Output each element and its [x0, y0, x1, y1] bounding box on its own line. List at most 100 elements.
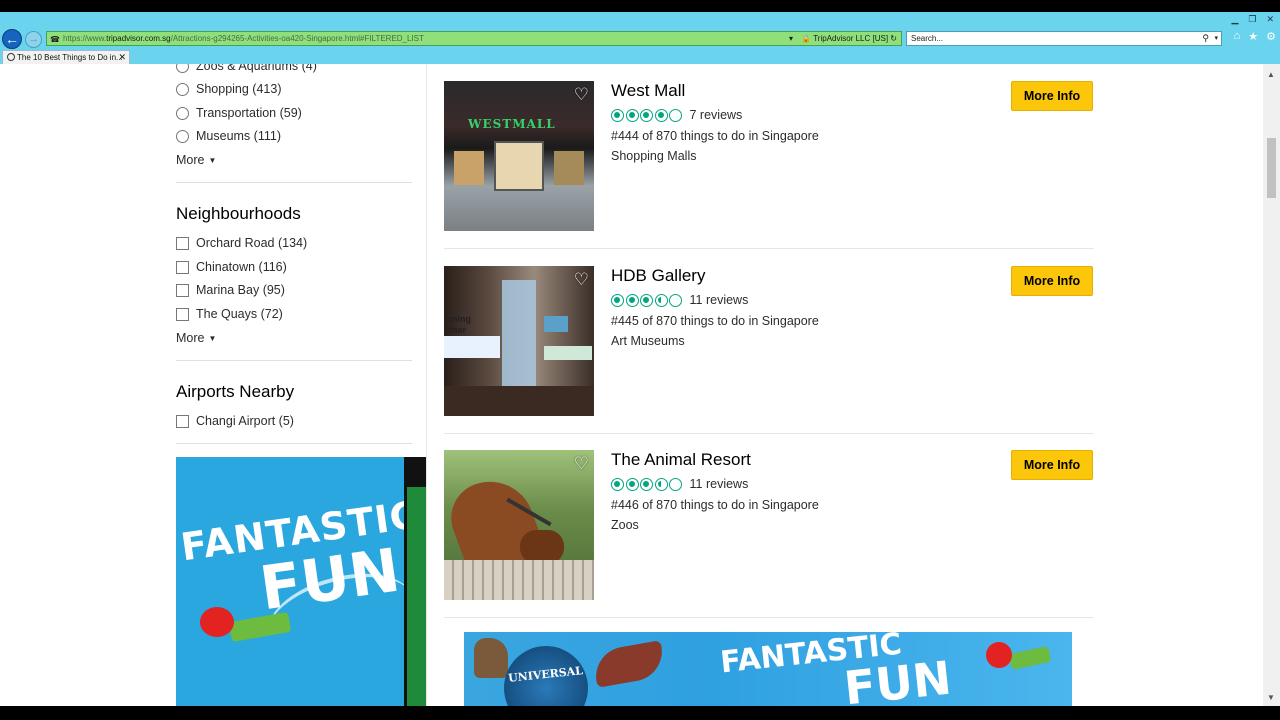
rating-bubble-icon	[625, 293, 639, 307]
bubble-rating: 11 reviews	[611, 477, 748, 491]
neighbourhood-option[interactable]: Marina Bay (95)	[176, 280, 285, 300]
review-count-link[interactable]: 11 reviews	[690, 477, 749, 491]
filter-type-option[interactable]: Transportation (59)	[176, 103, 302, 123]
more-label: More	[176, 331, 205, 345]
filter-type-option[interactable]: Museums (111)	[176, 126, 281, 146]
tab-title: The 10 Best Things to Do in...	[17, 53, 123, 62]
section-divider	[176, 443, 412, 444]
back-button[interactable]: ←	[2, 29, 22, 49]
url-prefix: https://www.	[63, 34, 107, 43]
filter-label: Marina Bay (95)	[196, 283, 285, 297]
radio-button[interactable]	[176, 106, 189, 120]
forward-button[interactable]: →	[25, 31, 42, 48]
rating-bubble-icon	[611, 477, 624, 491]
attraction-title[interactable]: The Animal Resort	[611, 450, 751, 470]
photo-detail	[544, 316, 568, 332]
rating-bubble-icon	[654, 477, 668, 491]
filter-label: Changi Airport (5)	[196, 414, 294, 428]
checkbox[interactable]	[176, 307, 189, 321]
attraction-rank: #446 of 870 things to do in Singapore	[611, 498, 819, 512]
neighbourhood-option[interactable]: The Quays (72)	[176, 304, 283, 324]
heart-save-icon[interactable]: ♡	[574, 455, 589, 472]
favorites-star-icon[interactable]: ★	[1248, 30, 1258, 43]
attraction-rank: #445 of 870 things to do in Singapore	[611, 314, 819, 328]
attraction-category[interactable]: Shopping Malls	[611, 149, 696, 163]
more-info-button[interactable]: More Info	[1011, 81, 1093, 111]
rating-bubble-icon	[640, 108, 653, 122]
filter-type-option[interactable]: Shopping (413)	[176, 79, 281, 99]
radio-button[interactable]	[176, 129, 189, 143]
banner-advertisement[interactable]: UNIVERSAL FANTASTIC FUN	[464, 632, 1072, 706]
certificate-label[interactable]: 🔒 TripAdvisor LLC [US] ↻	[801, 32, 897, 45]
review-count-link[interactable]: 7 reviews	[690, 108, 743, 122]
listing-divider	[444, 617, 1094, 618]
photo-detail	[444, 386, 594, 416]
neighbourhood-option[interactable]: Chinatown (116)	[176, 257, 287, 277]
page-content: Zoos & Aquariums (4) Shopping (413) Tran…	[0, 64, 1280, 706]
neighbourhood-option[interactable]: Orchard Road (134)	[176, 233, 307, 253]
filter-label: Orchard Road (134)	[196, 236, 308, 250]
ad-cape-graphic	[1008, 646, 1052, 670]
radio-button[interactable]	[176, 82, 189, 96]
browser-chrome: ▁ ❐ ✕ ← → ☎ https://www.tripadvisor.com.…	[0, 12, 1280, 64]
checkbox[interactable]	[176, 283, 189, 297]
site-icon: ☎	[50, 35, 60, 44]
maximize-icon[interactable]: ❐	[1248, 14, 1256, 25]
more-info-button[interactable]: More Info	[1011, 450, 1093, 480]
scrollbar-thumb[interactable]	[1267, 138, 1276, 198]
rating-bubble-icon	[654, 108, 668, 122]
address-bar[interactable]: ☎ https://www.tripadvisor.com.sg/Attract…	[46, 31, 902, 46]
browser-search-input[interactable]: Search... ⚲ ▾	[906, 31, 1222, 46]
checkbox[interactable]	[176, 236, 189, 250]
vertical-scrollbar[interactable]: ▲ ▼	[1263, 64, 1280, 706]
filter-type-option[interactable]: Zoos & Aquariums (4)	[176, 64, 317, 76]
more-info-button[interactable]: More Info	[1011, 266, 1093, 296]
ad-character-graphic	[986, 642, 1012, 668]
home-icon[interactable]: ⌂	[1234, 30, 1241, 43]
column-divider	[426, 64, 427, 706]
screen-bottom-edge	[0, 706, 1280, 720]
radio-button[interactable]	[176, 64, 189, 73]
minimize-icon[interactable]: ▁	[1231, 14, 1238, 25]
chevron-down-icon[interactable]: ▾	[789, 32, 793, 45]
photo-detail	[520, 530, 564, 564]
attraction-listing: ♡ The Animal Resort 11 reviews #446 of 8…	[444, 450, 1094, 602]
close-window-icon[interactable]: ✕	[1266, 14, 1274, 25]
heart-save-icon[interactable]: ♡	[574, 86, 589, 103]
ad-pterodactyl-graphic	[591, 640, 667, 688]
url-path: /Attractions-g294265-Activities-oa420-Si…	[170, 34, 424, 43]
browser-tab[interactable]: The 10 Best Things to Do in... ✕	[2, 50, 130, 64]
filter-label: The Quays (72)	[196, 307, 283, 321]
heart-save-icon[interactable]: ♡	[574, 271, 589, 288]
rating-bubble-icon	[611, 108, 624, 122]
filter-label: Chinatown (116)	[196, 260, 287, 274]
attraction-photo[interactable]: WESTMALL ♡	[444, 81, 594, 231]
close-tab-icon[interactable]: ✕	[118, 51, 126, 64]
attraction-title[interactable]: West Mall	[611, 81, 685, 101]
checkbox[interactable]	[176, 260, 189, 274]
review-count-link[interactable]: 11 reviews	[690, 293, 749, 307]
search-icon[interactable]: ⚲	[1202, 32, 1209, 45]
neighbourhoods-more-link[interactable]: More ▼	[176, 331, 216, 345]
sidebar-advertisement[interactable]: FANTASTIC FUN	[176, 457, 426, 706]
attraction-category[interactable]: Zoos	[611, 518, 639, 532]
ad-dinosaur-graphic	[474, 638, 508, 678]
attraction-photo[interactable]: oming ether ♡	[444, 266, 594, 416]
section-divider	[176, 182, 412, 183]
airport-option[interactable]: Changi Airport (5)	[176, 411, 294, 431]
airports-heading: Airports Nearby	[176, 382, 295, 401]
search-dropdown-icon[interactable]: ▾	[1214, 32, 1218, 45]
types-more-link[interactable]: More ▼	[176, 153, 216, 167]
scroll-up-icon[interactable]: ▲	[1267, 70, 1275, 79]
scroll-down-icon[interactable]: ▼	[1267, 693, 1275, 702]
ad-character-graphic	[200, 607, 234, 637]
attraction-listing: WESTMALL ♡ West Mall 7 reviews #444 of 8…	[444, 81, 1094, 233]
settings-gear-icon[interactable]: ⚙	[1266, 30, 1276, 43]
attraction-category[interactable]: Art Museums	[611, 334, 685, 348]
listing-divider	[444, 433, 1094, 434]
rating-bubble-icon	[625, 108, 639, 122]
attraction-photo[interactable]: ♡	[444, 450, 594, 600]
neighbourhoods-heading: Neighbourhoods	[176, 204, 301, 223]
checkbox[interactable]	[176, 414, 189, 428]
attraction-title[interactable]: HDB Gallery	[611, 266, 705, 286]
